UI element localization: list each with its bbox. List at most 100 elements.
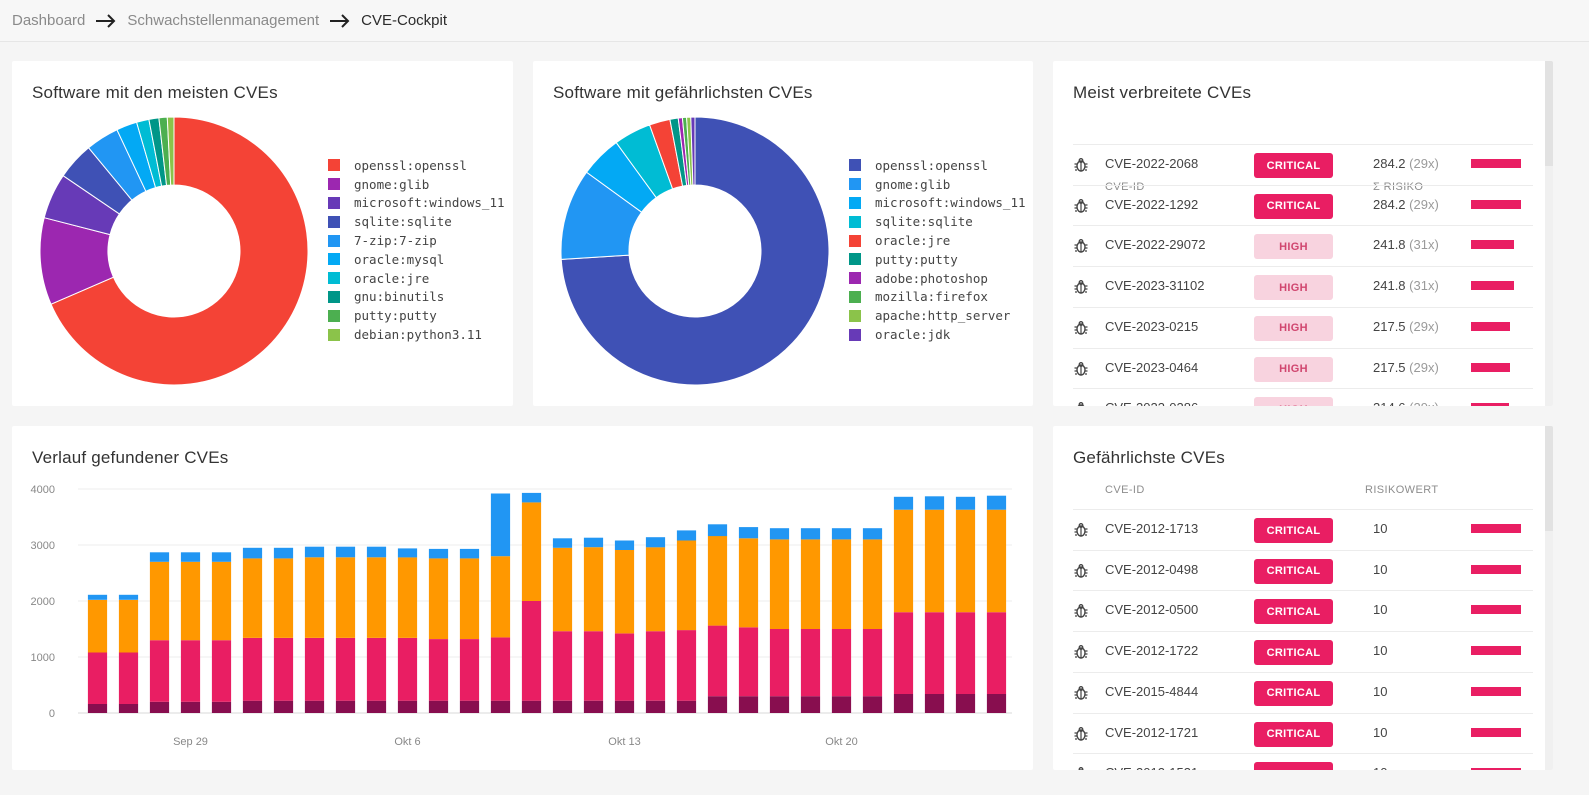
bar-segment[interactable] <box>924 509 945 613</box>
bar-segment[interactable] <box>800 528 821 540</box>
bar-segment[interactable] <box>924 612 945 694</box>
bar-segment[interactable] <box>552 700 573 713</box>
bar-segment[interactable] <box>149 552 170 562</box>
bar-segment[interactable] <box>707 625 728 697</box>
bar-segment[interactable] <box>366 638 387 701</box>
bar-segment[interactable] <box>831 528 852 540</box>
cve-id[interactable]: CVE-2022-1292 <box>1105 197 1198 212</box>
legend-item[interactable]: 7-zip:7-zip <box>328 231 505 250</box>
bar-segment[interactable] <box>614 550 635 634</box>
bar-segment[interactable] <box>986 612 1007 694</box>
table-row[interactable]: CVE-2023-0286 HIGH 214.6 (29x) <box>1073 388 1533 406</box>
cve-id[interactable]: CVE-2023-0464 <box>1105 360 1198 375</box>
table-row[interactable]: CVE-2012-1722 CRITICAL 10 <box>1073 631 1533 672</box>
bar-segment[interactable] <box>614 700 635 713</box>
cve-id[interactable]: CVE-2022-2068 <box>1105 156 1198 171</box>
legend-item[interactable]: oracle:jdk <box>849 325 1026 344</box>
bar-segment[interactable] <box>459 700 480 713</box>
table-row[interactable]: CVE-2022-1292 CRITICAL 284.2 (29x) <box>1073 184 1533 226</box>
bar-segment[interactable] <box>335 638 356 701</box>
bar-segment[interactable] <box>335 557 356 638</box>
bar-segment[interactable] <box>118 652 139 705</box>
breadcrumb-schwachstellenmanagement[interactable]: Schwachstellenmanagement <box>127 12 319 29</box>
bar-segment[interactable] <box>397 548 418 558</box>
legend-item[interactable]: oracle:jre <box>328 269 505 288</box>
bar-segment[interactable] <box>521 601 542 701</box>
bar-segment[interactable] <box>614 633 635 701</box>
bar-segment[interactable] <box>986 509 1007 613</box>
bar-segment[interactable] <box>180 561 201 641</box>
cve-id[interactable]: CVE-2023-31102 <box>1105 278 1205 293</box>
bar-segment[interactable] <box>552 538 573 548</box>
bar-segment[interactable] <box>87 599 108 653</box>
legend-item[interactable]: openssl:openssl <box>328 156 505 175</box>
bar-segment[interactable] <box>335 700 356 713</box>
bar-segment[interactable] <box>769 539 790 629</box>
cve-id[interactable]: CVE-2012-0500 <box>1105 602 1198 617</box>
bar-segment[interactable] <box>490 700 511 713</box>
table-row[interactable]: CVE-2012-0500 CRITICAL 10 <box>1073 590 1533 631</box>
bar-segment[interactable] <box>738 527 759 539</box>
bar-segment[interactable] <box>397 638 418 701</box>
cve-id[interactable]: CVE-2012-1531 <box>1105 765 1198 770</box>
bar-segment[interactable] <box>738 696 759 713</box>
cve-id[interactable]: CVE-2022-29072 <box>1105 237 1205 252</box>
bar-segment[interactable] <box>769 696 790 713</box>
bar-segment[interactable] <box>242 558 263 638</box>
bar-segment[interactable] <box>366 700 387 713</box>
legend-item[interactable]: gnu:binutils <box>328 288 505 307</box>
bar-segment[interactable] <box>707 524 728 537</box>
bar-segment[interactable] <box>862 629 883 697</box>
bar-segment[interactable] <box>180 640 201 702</box>
table-row[interactable]: CVE-2012-1721 CRITICAL 10 <box>1073 712 1533 754</box>
bar-segment[interactable] <box>645 700 666 713</box>
bar-segment[interactable] <box>893 496 914 510</box>
bar-segment[interactable] <box>676 630 697 701</box>
bar-segment[interactable] <box>831 696 852 713</box>
cve-id[interactable]: CVE-2015-4844 <box>1105 684 1198 699</box>
bar-segment[interactable] <box>180 701 201 713</box>
bar-segment[interactable] <box>986 694 1007 713</box>
bar-segment[interactable] <box>428 548 449 559</box>
legend-item[interactable]: gnome:glib <box>328 175 505 194</box>
bar-segment[interactable] <box>304 700 325 713</box>
bar-segment[interactable] <box>800 696 821 713</box>
bar-segment[interactable] <box>552 631 573 701</box>
bar-segment[interactable] <box>552 547 573 632</box>
cve-id[interactable]: CVE-2012-1721 <box>1105 725 1198 740</box>
cve-id[interactable]: CVE-2012-1722 <box>1105 643 1198 658</box>
legend-item[interactable]: apache:http_server <box>849 306 1026 325</box>
cve-id[interactable]: CVE-2012-1713 <box>1105 521 1198 536</box>
table-row[interactable]: CVE-2022-2068 CRITICAL 284.2 (29x) <box>1073 144 1533 185</box>
bar-segment[interactable] <box>149 640 170 702</box>
bar-segment[interactable] <box>893 694 914 713</box>
bar-segment[interactable] <box>955 694 976 713</box>
legend-item[interactable]: oracle:jre <box>849 231 1026 250</box>
bar-segment[interactable] <box>676 530 697 541</box>
scrollbar-thumb[interactable] <box>1545 426 1553 531</box>
bar-segment[interactable] <box>180 552 201 562</box>
legend-item[interactable]: mozilla:firefox <box>849 288 1026 307</box>
bar-segment[interactable] <box>397 557 418 638</box>
bar-segment[interactable] <box>428 558 449 639</box>
bar-segment[interactable] <box>304 638 325 701</box>
bar-segment[interactable] <box>397 700 418 713</box>
bar-segment[interactable] <box>87 652 108 705</box>
bar-segment[interactable] <box>738 538 759 628</box>
table-row[interactable]: CVE-2023-0215 HIGH 217.5 (29x) <box>1073 306 1533 348</box>
bar-segment[interactable] <box>955 509 976 613</box>
legend-item[interactable]: putty:putty <box>328 306 505 325</box>
bar-segment[interactable] <box>87 594 108 600</box>
breadcrumb-dashboard[interactable]: Dashboard <box>12 12 85 29</box>
bar-segment[interactable] <box>800 539 821 629</box>
bar-segment[interactable] <box>304 546 325 558</box>
table-row[interactable]: CVE-2023-31102 HIGH 241.8 (31x) <box>1073 266 1533 307</box>
bar-segment[interactable] <box>335 546 356 558</box>
bar-segment[interactable] <box>645 537 666 548</box>
table-row[interactable]: CVE-2012-1713 CRITICAL 10 <box>1073 509 1533 550</box>
bar-segment[interactable] <box>242 700 263 713</box>
legend-item[interactable]: oracle:mysql <box>328 250 505 269</box>
bar-segment[interactable] <box>769 629 790 697</box>
legend-item[interactable]: openssl:openssl <box>849 156 1026 175</box>
bar-segment[interactable] <box>676 700 697 713</box>
